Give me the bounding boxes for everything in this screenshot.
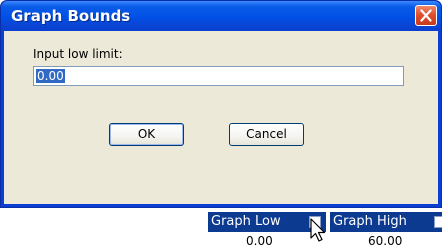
low-limit-input-value: 0.00 xyxy=(36,69,65,83)
graph-low-value: 0.00 xyxy=(246,234,273,248)
graph-low-label: Graph Low xyxy=(211,214,281,229)
graph-high-value: 60.00 xyxy=(368,234,403,248)
graph-bounds-dialog: Graph Bounds Input low limit: 0.00 OK Ca… xyxy=(0,0,442,208)
low-limit-label: Input low limit: xyxy=(33,47,123,61)
close-icon xyxy=(420,9,432,22)
graph-high-label: Graph High xyxy=(333,214,407,229)
low-limit-input[interactable]: 0.00 xyxy=(33,66,404,86)
graph-low-header[interactable]: Graph Low xyxy=(208,212,326,232)
mouse-pointer-icon xyxy=(310,218,326,242)
close-button[interactable] xyxy=(415,5,437,26)
ok-button[interactable]: OK xyxy=(109,123,184,146)
graph-high-checkbox[interactable] xyxy=(434,216,442,228)
dialog-title: Graph Bounds xyxy=(11,7,131,25)
cancel-button[interactable]: Cancel xyxy=(229,123,304,146)
title-bar[interactable]: Graph Bounds xyxy=(1,1,441,31)
graph-high-header[interactable]: Graph High xyxy=(330,212,442,232)
